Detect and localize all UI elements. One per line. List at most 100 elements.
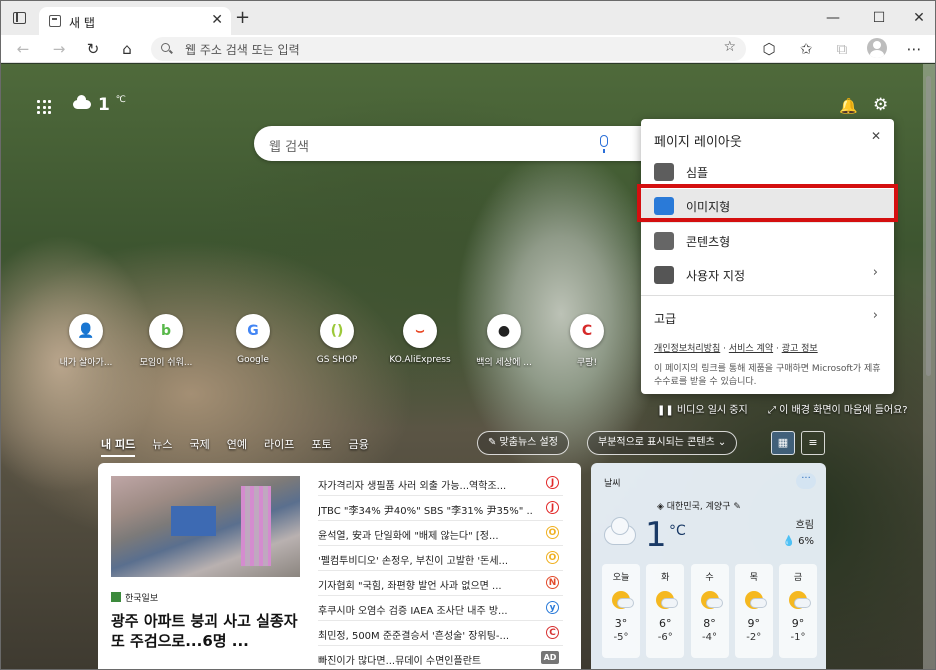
- address-bar[interactable]: 웹 주소 검색 또는 입력 ☆: [151, 37, 746, 61]
- header-weather-temp[interactable]: 1 ℃: [98, 95, 126, 115]
- list-view-button[interactable]: ≡: [801, 431, 825, 455]
- news-list-item[interactable]: 기자협회 "국힘, 좌편향 발언 사과 없으면 ... N: [318, 571, 563, 596]
- minimize-button[interactable]: —: [821, 7, 845, 29]
- grid-view-button[interactable]: ▦: [771, 431, 795, 455]
- feed-tab[interactable]: 뉴스: [152, 436, 172, 452]
- quick-link-label: 백의 세상에 ...: [476, 358, 532, 368]
- settings-more-button[interactable]: ⋯: [903, 38, 925, 60]
- new-tab-button[interactable]: +: [235, 7, 250, 28]
- quick-link-icon: (): [320, 314, 354, 348]
- forecast-low: -2°: [746, 632, 762, 643]
- video-pause-button[interactable]: ❚❚ 비디오 일시 중지: [657, 401, 748, 416]
- forecast-day[interactable]: 오늘 3° -5°: [602, 564, 640, 658]
- forecast-day-label: 화: [661, 573, 670, 583]
- web-search-box[interactable]: 웹 검색: [254, 126, 654, 161]
- feed-tab[interactable]: 내 피드: [101, 436, 136, 457]
- feed-tabs: 내 피드 뉴스 국제 연예 라이프 포토 금융: [101, 436, 386, 457]
- publisher-logo-icon: AD: [541, 651, 559, 664]
- favorites-icon[interactable]: ✩: [795, 38, 817, 60]
- news-list-item[interactable]: 윤석열, 安과 단일화에 "배제 않는다" [정... O: [318, 521, 563, 546]
- page-settings-gear-icon[interactable]: ⚙: [873, 95, 888, 115]
- forecast-low: -5°: [613, 632, 629, 643]
- app-launcher-icon[interactable]: [37, 100, 51, 114]
- address-placeholder: 웹 주소 검색 또는 입력: [185, 43, 300, 57]
- news-list-item[interactable]: JTBC "李34% 尹40%" SBS "李31% 尹35%" ... J: [318, 496, 563, 521]
- news-item-title: 최민정, 500M 준준결승서 '흔성술' 장위팅-...: [318, 631, 510, 642]
- extensions-icon[interactable]: ⬡: [758, 38, 780, 60]
- flyout-close-icon[interactable]: ✕: [871, 129, 881, 143]
- collections-icon[interactable]: ⧉: [831, 38, 853, 60]
- news-photo[interactable]: [111, 476, 300, 577]
- forecast-day-label: 목: [749, 573, 758, 583]
- news-headline[interactable]: 광주 아파트 붕괴 사고 실종자 또 주검으로...6명 ...: [111, 611, 301, 651]
- profile-avatar[interactable]: [867, 38, 887, 58]
- new-tab-page: 1 ℃ 🔔 ⚙ 웹 검색 👤 내가 살아가... b 모임이 쉬워... G Google…: [1, 64, 935, 669]
- advanced-option[interactable]: 고급 ›: [641, 301, 894, 335]
- forecast-day[interactable]: 목 9° -2°: [734, 564, 773, 658]
- service-agreement-link[interactable]: 서비스 계약: [729, 344, 773, 354]
- layout-option-content[interactable]: 콘텐츠형: [641, 224, 894, 258]
- news-item-title: 기자협회 "국힘, 좌편향 발언 사과 없으면 ...: [318, 581, 502, 592]
- forecast-low: -1°: [790, 632, 806, 643]
- forward-button[interactable]: →: [48, 38, 70, 60]
- window-close-button[interactable]: ✕: [907, 7, 931, 29]
- quick-link[interactable]: () GS SHOP: [297, 314, 377, 365]
- layout-option-custom[interactable]: 사용자 지정 ›: [641, 258, 894, 292]
- feed-tab[interactable]: 포토: [311, 436, 331, 452]
- microphone-icon[interactable]: [600, 135, 608, 153]
- news-list-item[interactable]: 후쿠시마 오염수 검증 IAEA 조사단 내주 방... y: [318, 596, 563, 621]
- weather-location[interactable]: ◈ 대한민국, 계양구 ✎: [657, 499, 741, 512]
- quick-link-icon: C: [570, 314, 604, 348]
- quick-link[interactable]: b 모임이 쉬워...: [126, 314, 206, 368]
- custom-layout-pencil-icon: [654, 266, 674, 284]
- scrollbar-thumb[interactable]: [926, 76, 931, 376]
- news-list-item[interactable]: 최민정, 500M 준준결승서 '흔성술' 장위팅-... C: [318, 621, 563, 646]
- cloud-icon: [73, 95, 91, 109]
- forecast-day[interactable]: 금 9° -1°: [779, 564, 817, 658]
- tab-actions-icon[interactable]: [13, 12, 26, 24]
- weather-more-button[interactable]: ···: [796, 473, 816, 489]
- forecast-high: 9°: [747, 617, 761, 630]
- news-item-title: 빠진이가 많다면...뮤데이 수면인플란트: [318, 656, 482, 667]
- background-info-link[interactable]: ⤢ 이 배경 화면이 마음에 들어요?: [768, 401, 908, 416]
- header-temp-value: 1: [98, 95, 110, 115]
- simple-layout-icon: [654, 163, 674, 181]
- forecast-day[interactable]: 수 8° -4°: [690, 564, 729, 658]
- quick-link[interactable]: G Google: [213, 314, 293, 365]
- feed-tab[interactable]: 라이프: [264, 436, 294, 452]
- ad-info-link[interactable]: 광고 정보: [782, 344, 818, 354]
- partly-cloudy-icon: [744, 591, 766, 609]
- partly-cloudy-icon: [700, 591, 722, 609]
- new-tab-favicon-icon: [49, 15, 61, 27]
- feed-tab[interactable]: 국제: [189, 436, 209, 452]
- forecast-day[interactable]: 화 6° -6°: [646, 564, 685, 658]
- publisher-logo-icon: y: [546, 601, 559, 614]
- forecast-high: 3°: [614, 617, 628, 630]
- quick-link[interactable]: C 쿠팡!: [547, 314, 627, 368]
- maximize-button[interactable]: ☐: [867, 7, 891, 29]
- home-button[interactable]: ⌂: [116, 38, 138, 60]
- tab-close-button[interactable]: ✕: [211, 12, 223, 28]
- content-visibility-dropdown[interactable]: 부분적으로 표시되는 콘텐츠 ⌄: [587, 431, 738, 455]
- quick-link[interactable]: ⌣ KO.AliExpress: [380, 314, 460, 365]
- news-card[interactable]: 한국일보 광주 아파트 붕괴 사고 실종자 또 주검으로...6명 ... 자가…: [98, 463, 581, 669]
- news-list-item[interactable]: 빠진이가 많다면...뮤데이 수면인플란트 AD: [318, 646, 563, 669]
- feed-tab[interactable]: 연예: [227, 436, 247, 452]
- personalize-button[interactable]: ✎ 맞춤뉴스 설정: [477, 431, 569, 455]
- refresh-button[interactable]: ↻: [82, 38, 104, 60]
- tab-new-tab[interactable]: 새 탭 ✕: [39, 7, 231, 36]
- publisher-logo-icon: O: [546, 526, 559, 539]
- quick-link[interactable]: ● 백의 세상에 ...: [464, 314, 544, 368]
- privacy-link[interactable]: 개인정보처리방침: [654, 344, 720, 354]
- news-list-item[interactable]: '펠컴투비디오' 손정우, 부친이 고발한 '돈세... O: [318, 546, 563, 571]
- add-favorite-icon[interactable]: ☆: [723, 39, 736, 55]
- quick-link[interactable]: 👤 내가 살아가...: [46, 314, 126, 368]
- notification-bell-icon[interactable]: 🔔: [839, 97, 858, 115]
- weather-temp: 1: [645, 515, 667, 555]
- scrollbar[interactable]: [923, 64, 935, 669]
- back-button[interactable]: ←: [12, 38, 34, 60]
- weather-card[interactable]: 날씨 ··· ◈ 대한민국, 계양구 ✎ 1 °C 흐림 💧 6% 오늘 3° -5°…: [591, 463, 826, 669]
- title-bar: 새 탭 ✕ + — ☐ ✕: [1, 1, 935, 36]
- feed-tab[interactable]: 금융: [349, 436, 369, 452]
- news-list-item[interactable]: 자가격리자 생필품 사러 외출 가능...역학조... J: [318, 471, 563, 496]
